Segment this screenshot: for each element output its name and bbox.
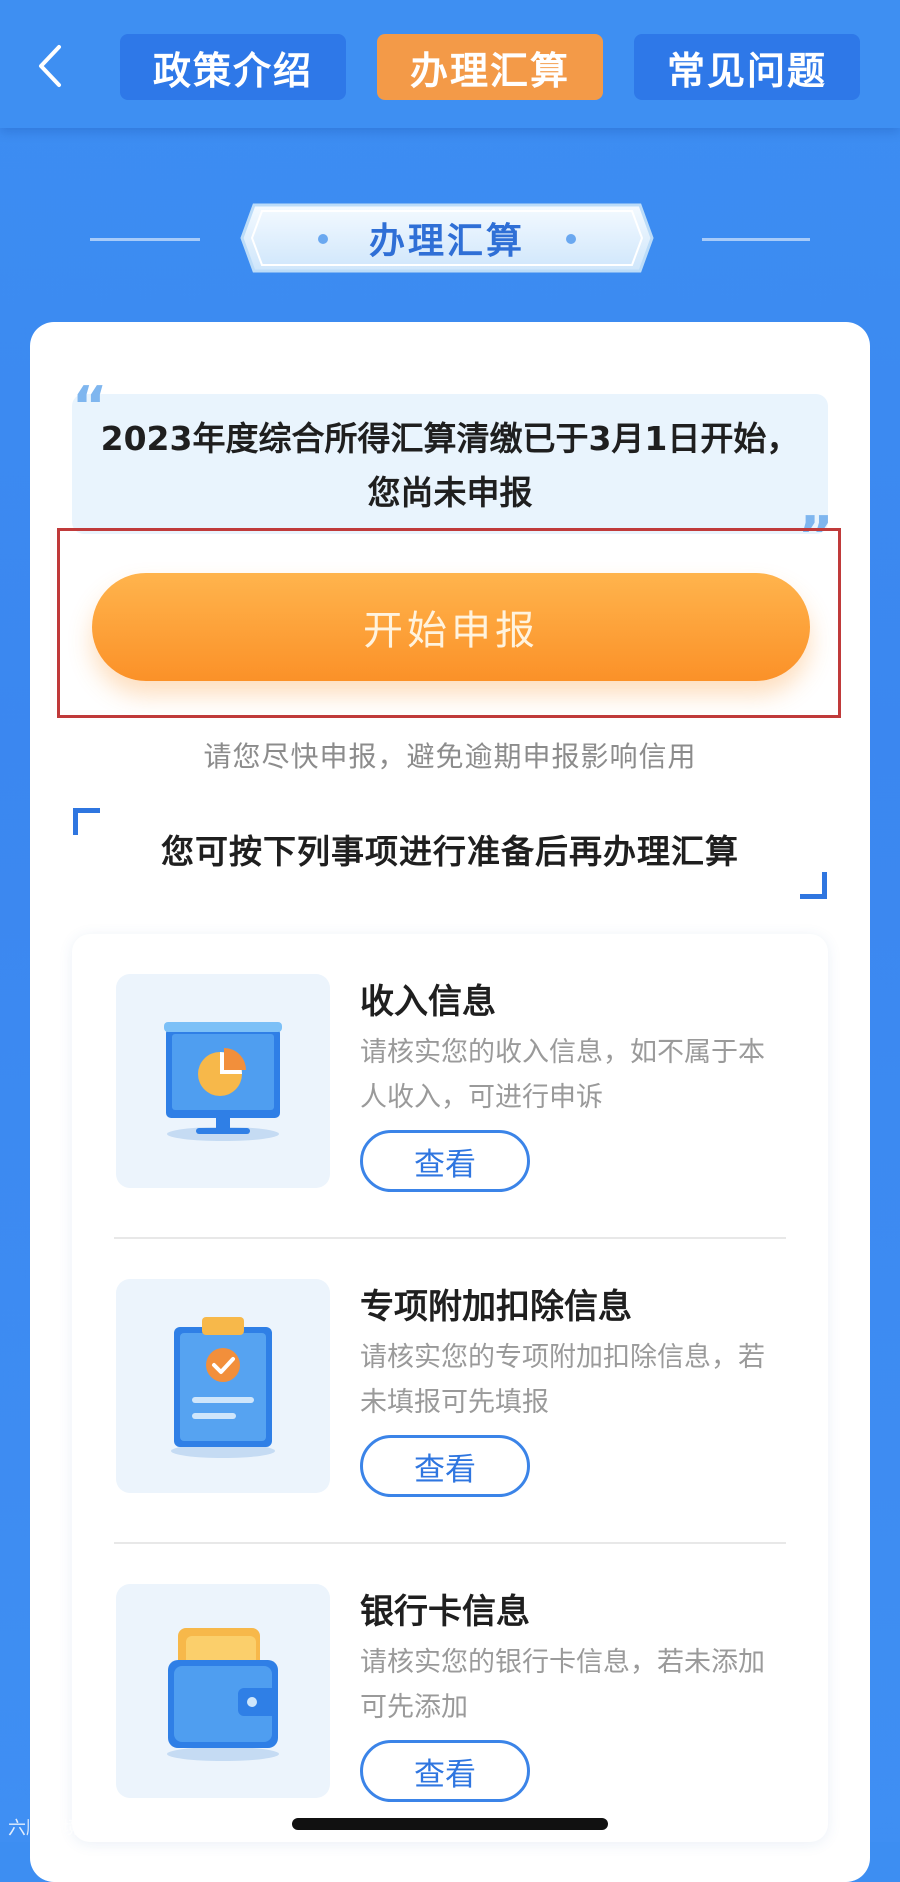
section-title: 办理汇算 bbox=[368, 221, 525, 262]
bank-card-thumb bbox=[116, 1584, 330, 1798]
watermark: 六顺跨境 bbox=[8, 1818, 80, 1839]
wallet-icon bbox=[167, 1628, 279, 1761]
banner-line-left bbox=[90, 238, 200, 241]
list-item: 专项附加扣除信息 请核实您的专项附加扣除信息，若未填报可先填报 查看 bbox=[72, 1239, 828, 1543]
prep-title: 您可按下列事项进行准备后再办理汇算 bbox=[161, 832, 739, 871]
top-nav-bar: 政策介绍 办理汇算 常见问题 bbox=[0, 0, 900, 128]
list-item: 收入信息 请核实您的收入信息，如不属于本人收入，可进行申诉 查看 bbox=[72, 934, 828, 1238]
home-indicator[interactable] bbox=[292, 1818, 608, 1830]
item-title: 专项附加扣除信息 bbox=[360, 1287, 632, 1327]
tab-policy-intro[interactable]: 政策介绍 bbox=[120, 34, 346, 100]
item-desc: 请核实您的收入信息，如不属于本人收入，可进行申诉 bbox=[360, 1037, 765, 1113]
banner-line-right bbox=[702, 238, 810, 241]
deduction-thumb bbox=[116, 1279, 330, 1493]
notice-text: 2023年度综合所得汇算清缴已于3月1日开始，您尚未申报 bbox=[100, 419, 800, 512]
item-title: 收入信息 bbox=[360, 982, 496, 1022]
start-declaration-button[interactable]: 开始申报 bbox=[92, 573, 810, 681]
income-thumb bbox=[116, 974, 330, 1188]
tab-faq[interactable]: 常见问题 bbox=[634, 34, 860, 100]
section-banner: 办理汇算 bbox=[240, 203, 654, 273]
list-item: 银行卡信息 请核实您的银行卡信息，若未添加可先添加 查看 bbox=[72, 1544, 828, 1848]
view-bank-card-button[interactable]: 查看 bbox=[360, 1740, 530, 1802]
chart-monitor-icon bbox=[164, 1022, 282, 1141]
back-button[interactable] bbox=[30, 38, 70, 94]
view-deduction-button[interactable]: 查看 bbox=[360, 1435, 530, 1497]
hint-text: 请您尽快申报，避免逾期申报影响信用 bbox=[203, 740, 697, 773]
chevron-left-icon bbox=[39, 45, 61, 87]
view-income-button[interactable]: 查看 bbox=[360, 1130, 530, 1192]
item-desc: 请核实您的银行卡信息，若未添加可先添加 bbox=[360, 1647, 765, 1723]
item-desc: 请核实您的专项附加扣除信息，若未填报可先填报 bbox=[360, 1342, 765, 1418]
clipboard-check-icon bbox=[171, 1317, 275, 1458]
corner-bracket-bottom-right bbox=[800, 872, 827, 899]
prep-items-list: 收入信息 请核实您的收入信息，如不属于本人收入，可进行申诉 查看 专项附加扣除信… bbox=[72, 934, 828, 1842]
tab-handle-settlement[interactable]: 办理汇算 bbox=[377, 34, 603, 100]
item-title: 银行卡信息 bbox=[360, 1592, 530, 1632]
